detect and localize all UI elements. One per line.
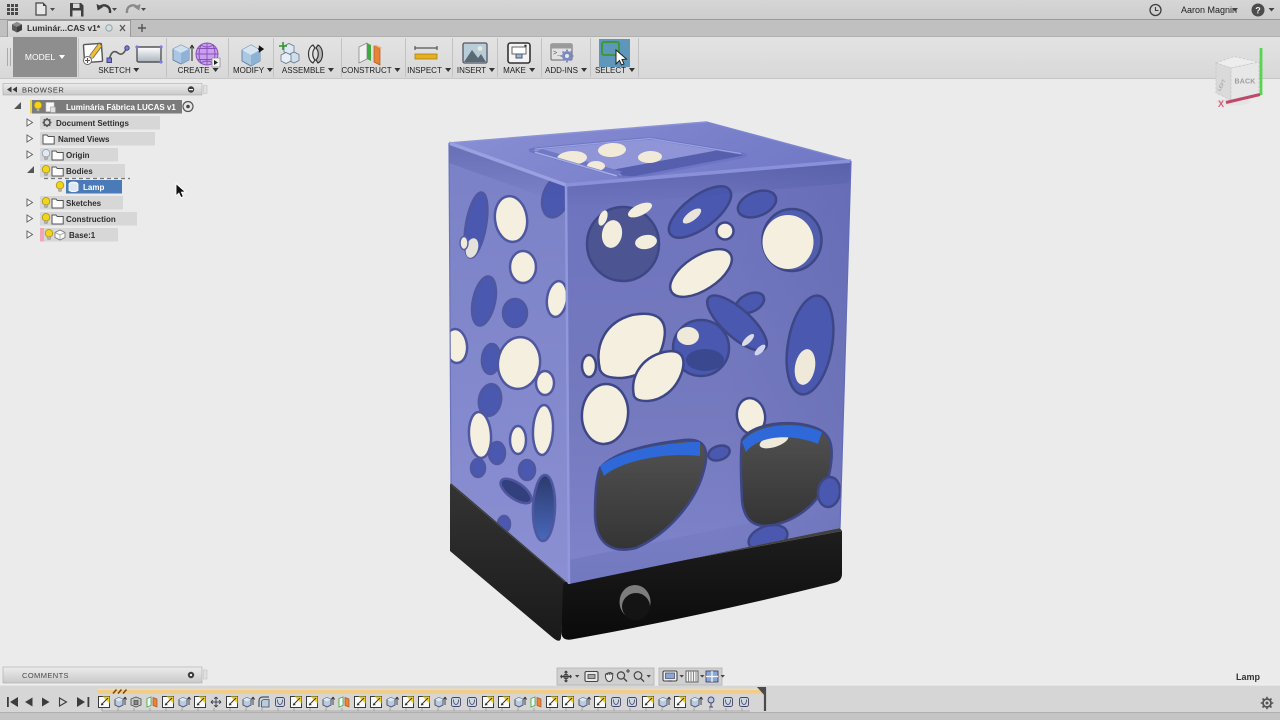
svg-text:Lamp: Lamp <box>1236 672 1261 682</box>
svg-text:COMMENTS: COMMENTS <box>22 671 69 680</box>
svg-text:X: X <box>1218 99 1224 109</box>
svg-text:BACK: BACK <box>1234 79 1255 86</box>
